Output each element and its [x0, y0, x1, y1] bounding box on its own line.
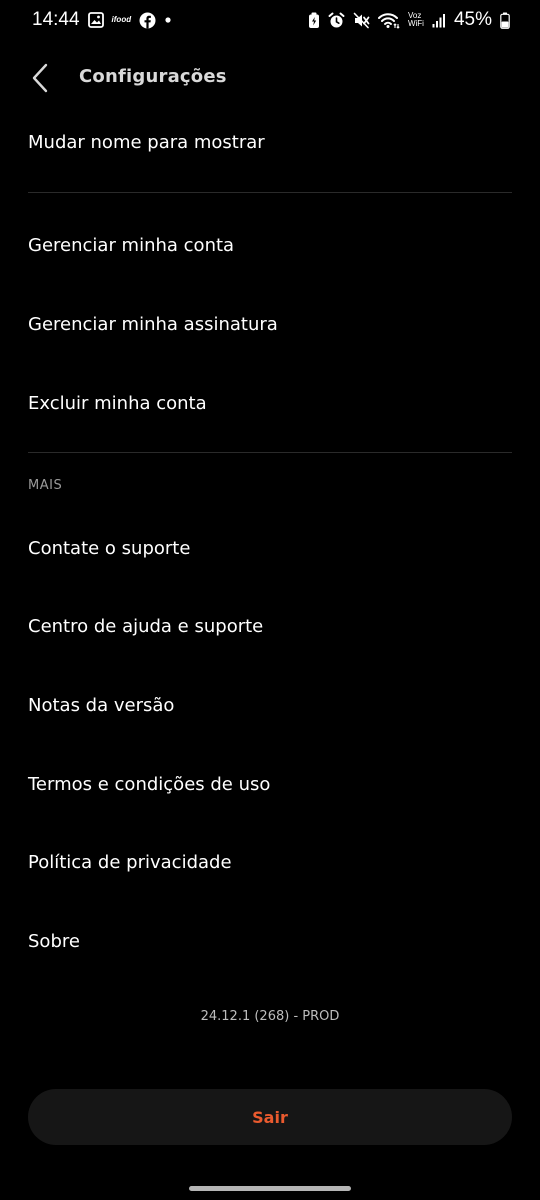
wifi-icon	[377, 11, 400, 29]
app-version: 24.12.1 (268) - PROD	[200, 1009, 340, 1024]
facebook-icon	[139, 11, 156, 29]
help-center-item[interactable]: Centro de ajuda e suporte	[0, 598, 540, 654]
contact-support-item[interactable]: Contate o suporte	[0, 520, 540, 576]
change-display-name-item[interactable]: Mudar nome para mostrar	[0, 114, 540, 170]
volte-wifi-label: Voz WiFi	[408, 12, 424, 28]
page-title: Configurações	[79, 66, 227, 87]
section-label-more: MAIS	[28, 478, 63, 493]
mute-icon	[353, 11, 370, 29]
volte-label-bottom: WiFi	[407, 19, 424, 28]
settings-screen: 14:44 ifood Voz WiFi 45% Configurações M…	[0, 0, 540, 1200]
battery-saver-icon	[308, 11, 320, 29]
about-item[interactable]: Sobre	[0, 913, 540, 969]
battery-icon	[500, 11, 510, 29]
divider	[28, 192, 512, 193]
logout-button[interactable]: Sair	[28, 1089, 512, 1145]
privacy-policy-item[interactable]: Política de privacidade	[0, 834, 540, 890]
battery-percent: 45%	[453, 9, 492, 30]
home-indicator[interactable]	[189, 1186, 351, 1191]
alarm-icon	[328, 11, 345, 29]
ifood-icon: ifood	[112, 11, 132, 29]
status-left: 14:44 ifood	[32, 9, 172, 31]
status-right: Voz WiFi 45%	[308, 9, 510, 31]
ifood-label: ifood	[111, 15, 132, 24]
signal-icon	[432, 11, 446, 29]
manage-account-item[interactable]: Gerenciar minha conta	[0, 217, 540, 273]
back-button[interactable]	[26, 60, 54, 96]
gallery-icon	[87, 11, 104, 29]
terms-of-use-item[interactable]: Termos e condições de uso	[0, 756, 540, 812]
status-time: 14:44	[32, 9, 80, 30]
status-bar: 14:44 ifood Voz WiFi 45%	[0, 0, 540, 40]
delete-account-item[interactable]: Excluir minha conta	[0, 375, 540, 431]
manage-subscription-item[interactable]: Gerenciar minha assinatura	[0, 296, 540, 352]
release-notes-item[interactable]: Notas da versão	[0, 677, 540, 733]
notification-dot-icon	[164, 11, 172, 29]
chevron-left-icon	[32, 63, 48, 93]
divider	[28, 452, 512, 453]
app-header: Configurações	[0, 56, 540, 100]
